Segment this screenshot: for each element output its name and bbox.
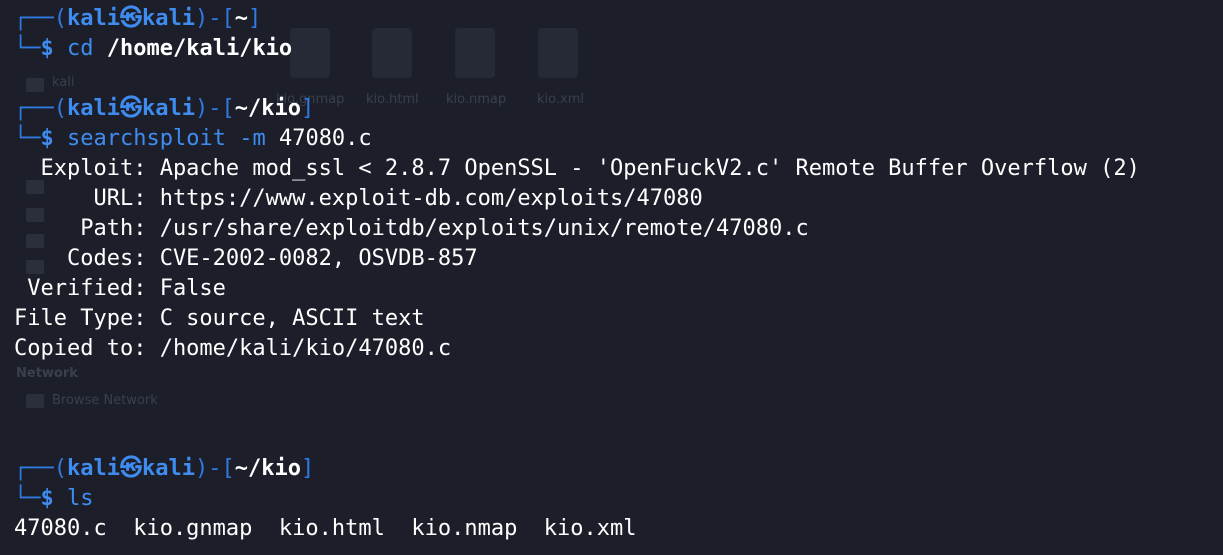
kali-dragon-icon: ㉿ xyxy=(119,6,142,31)
command-args: /home/kali/kio xyxy=(106,36,293,61)
prompt-box-open: ┌──( xyxy=(14,6,67,31)
kali-dragon-icon: ㉿ xyxy=(119,456,142,481)
output-line: URL: https://www.exploit-db.com/exploits… xyxy=(14,186,703,211)
prompt-user: kali xyxy=(66,6,120,31)
prompt-box-close: ] xyxy=(300,456,315,481)
prompt-dollar: $ xyxy=(40,36,54,61)
prompt-corner: └─ xyxy=(14,126,41,151)
command-name: searchsploit xyxy=(67,126,226,151)
prompt-host: kali xyxy=(141,6,195,31)
prompt-line: ┌──(kali㉿kali)-[~] xyxy=(14,4,1223,34)
terminal-output[interactable]: ┌──(kali㉿kali)-[~] └─$ cd /home/kali/kio… xyxy=(14,4,1223,544)
prompt-line: ┌──(kali㉿kali)-[~/kio] xyxy=(14,454,1223,484)
command-flag: -m xyxy=(239,126,266,151)
command-name: ls xyxy=(67,486,94,511)
output-line: Path: /usr/share/exploitdb/exploits/unix… xyxy=(14,216,809,241)
command-line: └─$ cd /home/kali/kio xyxy=(14,34,1223,64)
command-line: └─$ ls xyxy=(14,484,1223,514)
prompt-host: kali xyxy=(141,96,195,121)
kali-dragon-icon: ㉿ xyxy=(119,96,142,121)
prompt-line: ┌──(kali㉿kali)-[~/kio] xyxy=(14,94,1223,124)
output-line: Verified: False xyxy=(14,276,226,301)
prompt-corner: └─ xyxy=(14,486,41,511)
output-line: 47080.c kio.gnmap kio.html kio.nmap kio.… xyxy=(14,516,637,541)
prompt-box-mid: )-[ xyxy=(194,456,235,481)
output-line: Codes: CVE-2002-0082, OSVDB-857 xyxy=(14,246,478,271)
prompt-box-open: ┌──( xyxy=(14,456,67,481)
prompt-cwd: ~/kio xyxy=(234,96,301,121)
prompt-dollar: $ xyxy=(40,486,54,511)
prompt-user: kali xyxy=(66,456,120,481)
prompt-box-mid: )-[ xyxy=(194,96,235,121)
prompt-cwd: ~/kio xyxy=(234,456,301,481)
prompt-dollar: $ xyxy=(40,126,54,151)
prompt-corner: └─ xyxy=(14,36,41,61)
command-name: cd xyxy=(67,36,94,61)
command-line: └─$ searchsploit -m 47080.c xyxy=(14,124,1223,154)
prompt-box-mid: )-[ xyxy=(194,6,235,31)
prompt-user: kali xyxy=(66,96,120,121)
prompt-box-close: ] xyxy=(300,96,315,121)
prompt-box-close: ] xyxy=(247,6,262,31)
prompt-cwd: ~ xyxy=(234,6,248,31)
prompt-box-open: ┌──( xyxy=(14,96,67,121)
prompt-host: kali xyxy=(141,456,195,481)
terminal-window[interactable]: kio.gnmap kio.html kio.nmap kio.xml kali… xyxy=(0,0,1223,555)
command-args: 47080.c xyxy=(278,126,372,151)
output-line: Copied to: /home/kali/kio/47080.c xyxy=(14,336,452,361)
output-line: File Type: C source, ASCII text xyxy=(14,306,425,331)
output-line: Exploit: Apache mod_ssl < 2.8.7 OpenSSL … xyxy=(14,156,1140,181)
